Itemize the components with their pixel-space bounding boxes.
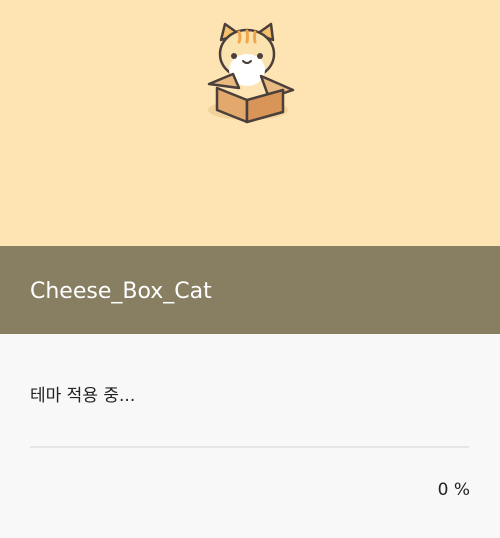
status-panel bbox=[0, 334, 500, 538]
theme-preview-banner bbox=[0, 0, 500, 246]
cat-in-box-illustration bbox=[207, 22, 295, 124]
progress-percent: 0 % bbox=[437, 480, 470, 500]
theme-name: Cheese_Box_Cat bbox=[30, 279, 212, 304]
theme-apply-dialog: Cheese_Box_Cat 테마 적용 중... 0 % bbox=[0, 0, 500, 538]
progress-bar bbox=[30, 446, 469, 448]
applying-status-text: 테마 적용 중... bbox=[30, 386, 136, 406]
